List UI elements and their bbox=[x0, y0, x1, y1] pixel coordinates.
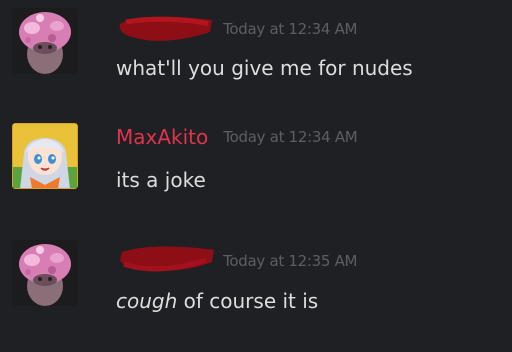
message-timestamp: Today at 12:34 AM bbox=[223, 20, 358, 38]
chat-log: Today at 12:34 AM what'll you give me fo… bbox=[0, 0, 512, 352]
user-avatar[interactable] bbox=[12, 8, 78, 74]
pink-blob-avatar-icon bbox=[12, 240, 78, 306]
chat-message: Today at 12:34 AM what'll you give me fo… bbox=[0, 4, 512, 94]
user-avatar[interactable] bbox=[12, 240, 78, 306]
message-text: its a joke bbox=[116, 168, 206, 192]
message-header: Today at 12:34 AM bbox=[116, 10, 357, 44]
message-timestamp: Today at 12:35 AM bbox=[223, 252, 358, 270]
username[interactable]: MaxAkito bbox=[116, 125, 208, 149]
redaction-scribble-icon bbox=[119, 16, 212, 41]
message-header: Today at 12:35 AM bbox=[116, 242, 357, 276]
message-text: cough of course it is bbox=[116, 289, 319, 313]
pink-blob-avatar-icon bbox=[12, 8, 78, 74]
message-header: MaxAkito Today at 12:34 AM bbox=[116, 125, 358, 159]
message-text: what'll you give me for nudes bbox=[116, 56, 413, 80]
message-timestamp: Today at 12:34 AM bbox=[223, 128, 358, 146]
user-avatar[interactable] bbox=[12, 123, 78, 189]
redacted-username[interactable] bbox=[116, 242, 216, 280]
anime-girl-avatar-icon bbox=[12, 123, 78, 189]
emphasized-text: cough bbox=[116, 289, 178, 313]
chat-message: Today at 12:35 AM cough of course it is bbox=[0, 236, 512, 326]
redacted-username[interactable] bbox=[116, 10, 216, 48]
chat-message: MaxAkito Today at 12:34 AM its a joke bbox=[0, 119, 512, 209]
redaction-scribble-icon bbox=[120, 246, 214, 272]
